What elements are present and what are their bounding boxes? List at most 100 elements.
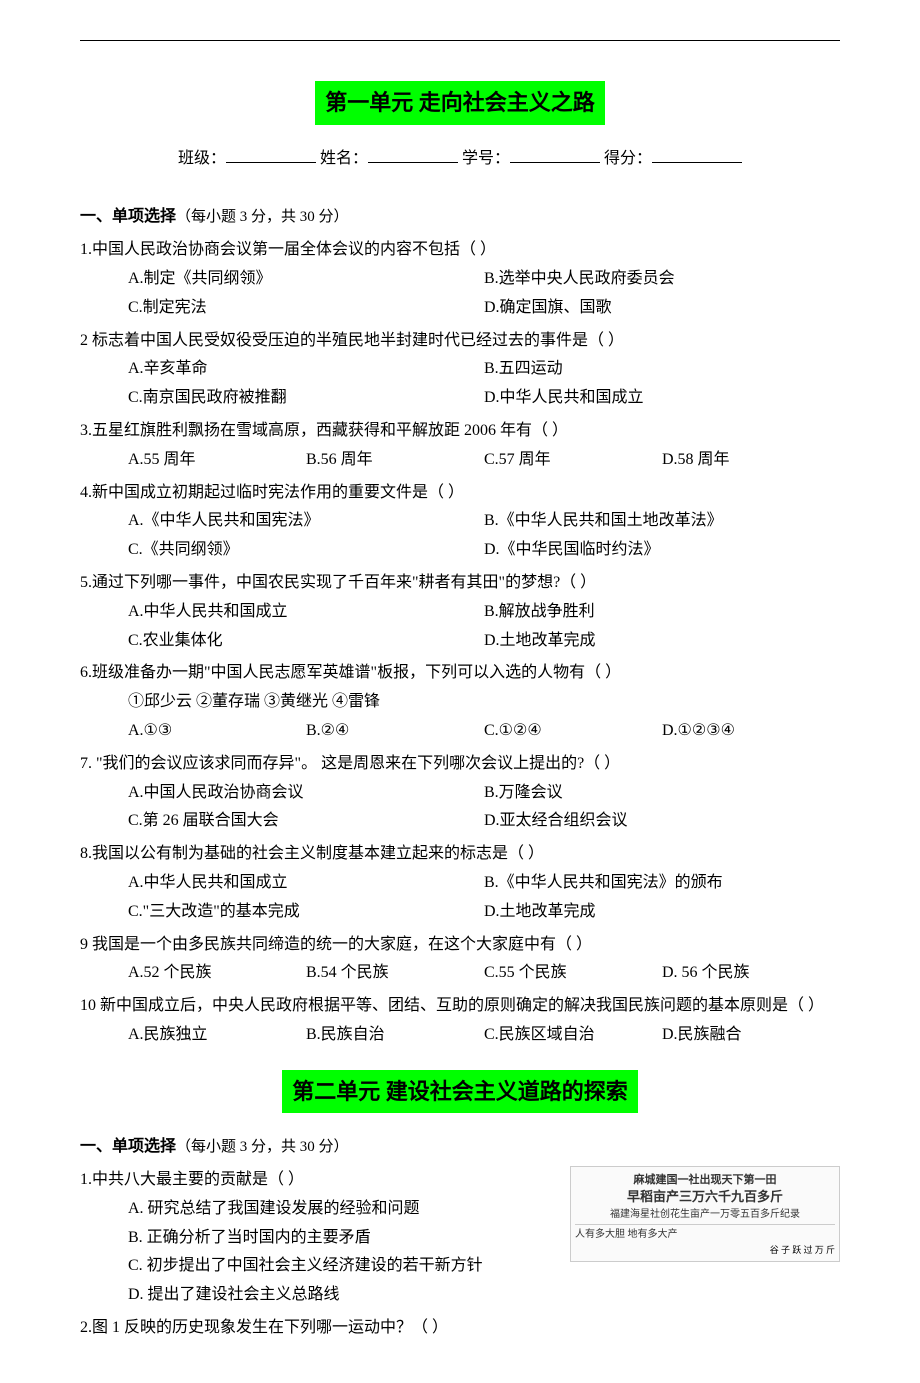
question: 10 新中国成立后，中央人民政府根据平等、团结、互助的原则确定的解决我国民族问题… <box>80 992 840 1050</box>
question-options: A.52 个民族B.54 个民族C.55 个民族D. 56 个民族 <box>80 959 840 988</box>
option: C.57 周年 <box>484 446 662 475</box>
question-stem: 1.中国人民政治协商会议第一届全体会议的内容不包括（ ） <box>80 236 840 265</box>
unit2-title-wrap: 第二单元 建设社会主义道路的探索 <box>80 1070 840 1114</box>
question-sub: ①邱少云 ②董存瑞 ③黄继光 ④雷锋 <box>80 688 840 717</box>
question: 1.中国人民政治协商会议第一届全体会议的内容不包括（ ）A.制定《共同纲领》B.… <box>80 236 840 322</box>
question: 4.新中国成立初期起过临时宪法作用的重要文件是（ ）A.《中华人民共和国宪法》B… <box>80 479 840 565</box>
question: 8.我国以公有制为基础的社会主义制度基本建立起来的标志是（ ）A.中华人民共和国… <box>80 840 840 926</box>
question-stem: 3.五星红旗胜利飘扬在雪域高原，西藏获得和平解放距 2006 年有（ ） <box>80 417 840 446</box>
unit1-title-wrap: 第一单元 走向社会主义之路 <box>80 81 840 125</box>
option: B.解放战争胜利 <box>484 598 840 627</box>
fig-line1: 麻城建国一社出现天下第一田 <box>575 1173 835 1187</box>
option: B.《中华人民共和国宪法》的颁布 <box>484 869 840 898</box>
unit2-section-a: 一、单项选择 <box>80 1138 176 1155</box>
option: B.五四运动 <box>484 355 840 384</box>
option: D.中华人民共和国成立 <box>484 384 840 413</box>
question-options: A.《中华人民共和国宪法》B.《中华人民共和国土地改革法》C.《共同纲领》D.《… <box>80 507 840 565</box>
question: 9 我国是一个由多民族共同缔造的统一的大家庭，在这个大家庭中有（ ）A.52 个… <box>80 931 840 989</box>
question-options: A.①③B.②④C.①②④D.①②③④ <box>80 717 840 746</box>
option: B.民族自治 <box>306 1021 484 1050</box>
figure-1-newspaper: 麻城建国一社出现天下第一田 早稻亩产三万六千九百多斤 福建海星社创花生亩产一万零… <box>570 1166 840 1262</box>
option: D.民族融合 <box>662 1021 840 1050</box>
question-options: A.制定《共同纲领》B.选举中央人民政府委员会C.制定宪法D.确定国旗、国歌 <box>80 265 840 323</box>
unit2-body: 麻城建国一社出现天下第一田 早稻亩产三万六千九百多斤 福建海星社创花生亩产一万零… <box>80 1162 840 1343</box>
option: D.亚太经合组织会议 <box>484 807 840 836</box>
question: 3.五星红旗胜利飘扬在雪域高原，西藏获得和平解放距 2006 年有（ ）A.55… <box>80 417 840 475</box>
question-options: A.中华人民共和国成立B.解放战争胜利C.农业集体化D.土地改革完成 <box>80 598 840 656</box>
question: 2 标志着中国人民受奴役受压迫的半殖民地半封建时代已经过去的事件是（ ）A.辛亥… <box>80 327 840 413</box>
fig-line2: 早稻亩产三万六千九百多斤 <box>575 1189 835 1206</box>
unit2-title: 第二单元 建设社会主义道路的探索 <box>282 1070 638 1114</box>
question-stem: 8.我国以公有制为基础的社会主义制度基本建立起来的标志是（ ） <box>80 840 840 869</box>
label-name: 姓名： <box>320 150 368 167</box>
option: C.①②④ <box>484 717 662 746</box>
option: A.中国人民政治协商会议 <box>128 779 484 808</box>
fig-line5: 谷 子 跃 过 万 斤 <box>770 1245 835 1257</box>
option: A.辛亥革命 <box>128 355 484 384</box>
blank-id[interactable] <box>510 146 600 163</box>
blank-class[interactable] <box>226 146 316 163</box>
unit1-section-a: 一、单项选择 <box>80 208 176 225</box>
option: B.54 个民族 <box>306 959 484 988</box>
blank-name[interactable] <box>368 146 458 163</box>
label-class: 班级： <box>178 150 226 167</box>
unit1-section-header: 一、单项选择（每小题 3 分，共 30 分） <box>80 203 840 232</box>
question-stem: 9 我国是一个由多民族共同缔造的统一的大家庭，在这个大家庭中有（ ） <box>80 931 840 960</box>
option: B.万隆会议 <box>484 779 840 808</box>
unit1-questions: 1.中国人民政治协商会议第一届全体会议的内容不包括（ ）A.制定《共同纲领》B.… <box>80 236 840 1050</box>
option: D. 56 个民族 <box>662 959 840 988</box>
question-stem: 2.图 1 反映的历史现象发生在下列哪一运动中？（ ） <box>80 1314 840 1343</box>
option: A.①③ <box>128 717 306 746</box>
option: C.《共同纲领》 <box>128 536 484 565</box>
option: D.58 周年 <box>662 446 840 475</box>
option: C."三大改造"的基本完成 <box>128 898 484 927</box>
option: C.55 个民族 <box>484 959 662 988</box>
unit1-section-a-note: （每小题 3 分，共 30 分） <box>176 209 349 225</box>
question-stem: 10 新中国成立后，中央人民政府根据平等、团结、互助的原则确定的解决我国民族问题… <box>80 992 840 1021</box>
option: B.选举中央人民政府委员会 <box>484 265 840 294</box>
option: A.55 周年 <box>128 446 306 475</box>
option: D.《中华民国临时约法》 <box>484 536 840 565</box>
option: A.52 个民族 <box>128 959 306 988</box>
option: D.土地改革完成 <box>484 898 840 927</box>
option: C.民族区域自治 <box>484 1021 662 1050</box>
blank-score[interactable] <box>652 146 742 163</box>
label-id: 学号： <box>462 150 510 167</box>
question: 7. "我们的会议应该求同而存异"。 这是周恩来在下列哪次会议上提出的?（ ）A… <box>80 750 840 836</box>
label-score: 得分： <box>604 150 652 167</box>
question-options: A.中华人民共和国成立B.《中华人民共和国宪法》的颁布C."三大改造"的基本完成… <box>80 869 840 927</box>
option: A.民族独立 <box>128 1021 306 1050</box>
fig-line3: 福建海星社创花生亩产一万零五百多斤纪录 <box>575 1208 835 1221</box>
option: C.农业集体化 <box>128 627 484 656</box>
option: C.制定宪法 <box>128 294 484 323</box>
option: C.第 26 届联合国大会 <box>128 807 484 836</box>
question-options: A.辛亥革命B.五四运动C.南京国民政府被推翻D.中华人民共和国成立 <box>80 355 840 413</box>
question-stem: 7. "我们的会议应该求同而存异"。 这是周恩来在下列哪次会议上提出的?（ ） <box>80 750 840 779</box>
question: 6.班级准备办一期"中国人民志愿军英雄谱"板报，下列可以入选的人物有（ ）①邱少… <box>80 659 840 745</box>
question-options: A.55 周年B.56 周年C.57 周年D.58 周年 <box>80 446 840 475</box>
fig-sep <box>575 1224 835 1225</box>
option: C.南京国民政府被推翻 <box>128 384 484 413</box>
option: B.《中华人民共和国土地改革法》 <box>484 507 840 536</box>
question-options: A.民族独立B.民族自治C.民族区域自治D.民族融合 <box>80 1021 840 1050</box>
top-divider <box>80 40 840 41</box>
info-line: 班级： 姓名： 学号： 得分： <box>80 145 840 174</box>
option: D.确定国旗、国歌 <box>484 294 840 323</box>
option: A.中华人民共和国成立 <box>128 869 484 898</box>
unit2-section-a-note: （每小题 3 分，共 30 分） <box>176 1139 349 1155</box>
question-options: A.中国人民政治协商会议B.万隆会议C.第 26 届联合国大会D.亚太经合组织会… <box>80 779 840 837</box>
question-stem: 4.新中国成立初期起过临时宪法作用的重要文件是（ ） <box>80 479 840 508</box>
option: B.②④ <box>306 717 484 746</box>
unit2-section-header: 一、单项选择（每小题 3 分，共 30 分） <box>80 1133 840 1162</box>
question-stem: 2 标志着中国人民受奴役受压迫的半殖民地半封建时代已经过去的事件是（ ） <box>80 327 840 356</box>
question: 2.图 1 反映的历史现象发生在下列哪一运动中？（ ） <box>80 1314 840 1343</box>
question: 5.通过下列哪一事件，中国农民实现了千百年来"耕者有其田"的梦想?（ ）A.中华… <box>80 569 840 655</box>
option: D.土地改革完成 <box>484 627 840 656</box>
question-stem: 5.通过下列哪一事件，中国农民实现了千百年来"耕者有其田"的梦想?（ ） <box>80 569 840 598</box>
fig-line4: 人有多大胆 地有多大产 <box>575 1228 835 1241</box>
option: D. 提出了建设社会主义总路线 <box>128 1281 840 1310</box>
question-stem: 6.班级准备办一期"中国人民志愿军英雄谱"板报，下列可以入选的人物有（ ） <box>80 659 840 688</box>
option: D.①②③④ <box>662 717 840 746</box>
option: B.56 周年 <box>306 446 484 475</box>
fig-side: 谷 子 跃 过 万 斤 <box>575 1245 835 1257</box>
